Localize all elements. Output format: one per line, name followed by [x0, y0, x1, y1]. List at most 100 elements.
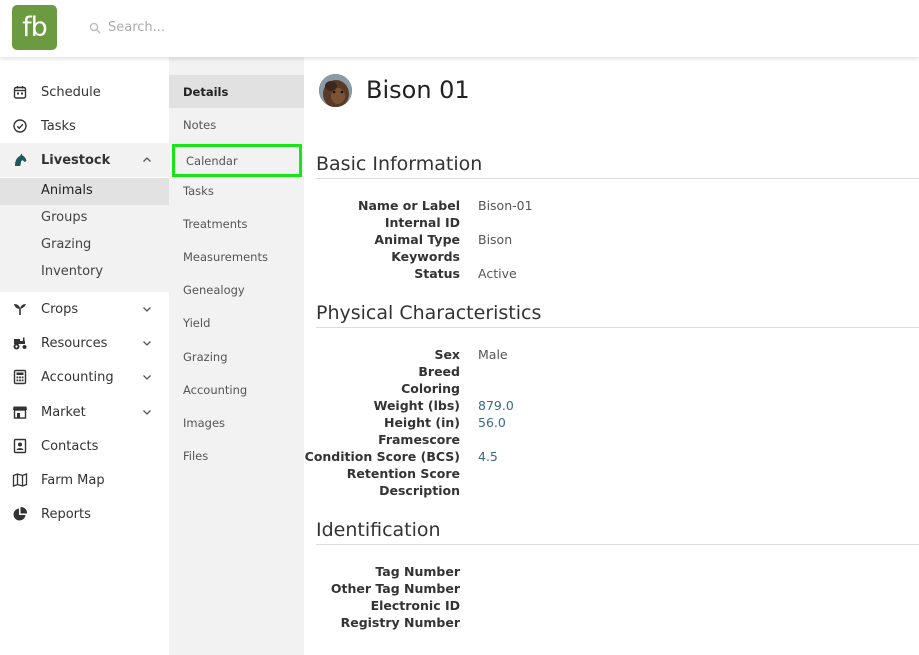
field-value: Active	[478, 266, 517, 281]
section-title-physical: Physical Characteristics	[316, 302, 542, 324]
field-row: Breed	[304, 364, 919, 381]
sidebar-subitem-groups[interactable]: Groups	[0, 205, 169, 232]
sidebar-item-label: Schedule	[41, 84, 101, 100]
tab-details[interactable]: Details	[169, 75, 304, 108]
animal-subnav: Details Notes Calendar Tasks Treatments …	[169, 57, 304, 655]
animal-avatar[interactable]	[319, 74, 352, 107]
tab-images[interactable]: Images	[169, 406, 304, 439]
field-row: Keywords	[304, 249, 919, 266]
field-label: Height (in)	[383, 415, 460, 430]
field-label: Registry Number	[340, 615, 460, 630]
horse-icon	[15, 153, 27, 166]
field-value: 879.0	[478, 398, 514, 413]
chevron-down-icon[interactable]	[141, 406, 153, 418]
sidebar-item-livestock[interactable]: Livestock	[0, 143, 169, 177]
sidebar-item-label: Tasks	[41, 118, 76, 134]
sidebar-item-tasks[interactable]: Tasks	[0, 109, 169, 143]
sprout-icon	[14, 304, 26, 315]
map-icon	[12, 473, 28, 487]
tab-label: Files	[183, 449, 209, 463]
sidebar-subitem-label: Inventory	[41, 264, 104, 279]
field-label: Retention Score	[346, 466, 460, 481]
tab-treatments[interactable]: Treatments	[169, 207, 304, 240]
field-row: Status Active	[304, 266, 919, 283]
field-label: Electronic ID	[370, 598, 460, 613]
page-title: Bison 01	[366, 76, 470, 104]
field-value: 56.0	[478, 415, 506, 430]
field-row: Electronic ID	[304, 598, 919, 615]
tab-tasks[interactable]: Tasks	[169, 174, 304, 207]
field-row: Framescore	[304, 432, 919, 449]
field-row: Tag Number	[304, 564, 919, 581]
tab-label: Notes	[183, 118, 217, 132]
sidebar-subitem-label: Groups	[41, 210, 88, 225]
sidebar-item-farm-map[interactable]: Farm Map	[0, 463, 169, 497]
field-row: Internal ID	[304, 215, 919, 232]
tab-calendar[interactable]: Calendar	[172, 144, 302, 177]
field-value: Bison-01	[478, 198, 533, 213]
section-title-basic: Basic Information	[316, 153, 483, 175]
tab-accounting[interactable]: Accounting	[169, 373, 304, 406]
animal-details: Bison 01 Basic Information Name or Label…	[304, 57, 919, 655]
field-row: Sex Male	[304, 347, 919, 364]
tab-measurements[interactable]: Measurements	[169, 240, 304, 273]
search-input[interactable]	[108, 17, 408, 37]
field-row: Name or Label Bison-01	[304, 198, 919, 215]
field-row: Registry Number	[304, 615, 919, 632]
tab-label: Treatments	[183, 217, 248, 231]
field-label: Sex	[434, 347, 460, 362]
chevron-up-icon[interactable]	[141, 154, 153, 166]
sidebar-item-reports[interactable]: Reports	[0, 497, 169, 531]
field-label: Animal Type	[374, 232, 460, 247]
field-row: Description	[304, 483, 919, 500]
sidebar-item-label: Livestock	[41, 152, 111, 168]
sidebar-item-label: Accounting	[41, 369, 114, 385]
sidebar-item-accounting[interactable]: Accounting	[0, 360, 169, 394]
chevron-down-icon[interactable]	[141, 303, 153, 315]
tab-label: Genealogy	[183, 283, 245, 297]
field-label: Status	[414, 266, 460, 281]
chevron-down-icon[interactable]	[141, 337, 153, 349]
field-row: Height (in) 56.0	[304, 415, 919, 432]
field-value: Bison	[478, 232, 513, 247]
field-label: Tag Number	[375, 564, 460, 579]
field-row: Weight (lbs) 879.0	[304, 398, 919, 415]
sidebar-item-contacts[interactable]: Contacts	[0, 429, 169, 463]
sidebar-item-schedule[interactable]: Schedule	[0, 75, 169, 109]
chevron-down-icon[interactable]	[141, 371, 153, 383]
tab-genealogy[interactable]: Genealogy	[169, 273, 304, 306]
field-label: Internal ID	[384, 215, 460, 230]
field-row: Retention Score	[304, 466, 919, 483]
tab-label: Measurements	[183, 250, 268, 264]
field-label: Other Tag Number	[330, 581, 460, 596]
tab-notes[interactable]: Notes	[169, 108, 304, 141]
sidebar-subitem-label: Grazing	[41, 237, 92, 252]
field-row: Other Tag Number	[304, 581, 919, 598]
field-label: Keywords	[391, 249, 460, 264]
pie-chart-icon	[13, 506, 28, 521]
sidebar: Schedule Tasks Livestock Animals Groups …	[0, 57, 169, 655]
tab-label: Tasks	[183, 184, 214, 198]
field-label: Description	[379, 483, 460, 498]
bison-photo	[319, 74, 352, 107]
sidebar-subitem-label: Animals	[41, 183, 93, 198]
tab-files[interactable]: Files	[169, 439, 304, 472]
section-divider	[316, 544, 919, 545]
sidebar-item-market[interactable]: Market	[0, 395, 169, 429]
sidebar-subitem-inventory[interactable]: Inventory	[0, 259, 169, 286]
tab-label: Yield	[183, 316, 211, 330]
sidebar-subitem-animals[interactable]: Animals	[0, 178, 169, 205]
sidebar-item-crops[interactable]: Crops	[0, 292, 169, 326]
farmbrite-logo[interactable]: fb	[12, 5, 57, 50]
sidebar-item-label: Farm Map	[41, 472, 105, 488]
contact-card-icon	[13, 438, 27, 454]
sidebar-subitem-grazing[interactable]: Grazing	[0, 232, 169, 259]
sidebar-item-label: Reports	[41, 506, 91, 522]
field-row: Coloring	[304, 381, 919, 398]
tab-label: Calendar	[186, 154, 238, 168]
tab-yield[interactable]: Yield	[169, 306, 304, 339]
sidebar-item-resources[interactable]: Resources	[0, 326, 169, 360]
sidebar-item-label: Resources	[41, 335, 108, 351]
sidebar-item-label: Market	[41, 404, 86, 420]
tab-grazing[interactable]: Grazing	[169, 340, 304, 373]
